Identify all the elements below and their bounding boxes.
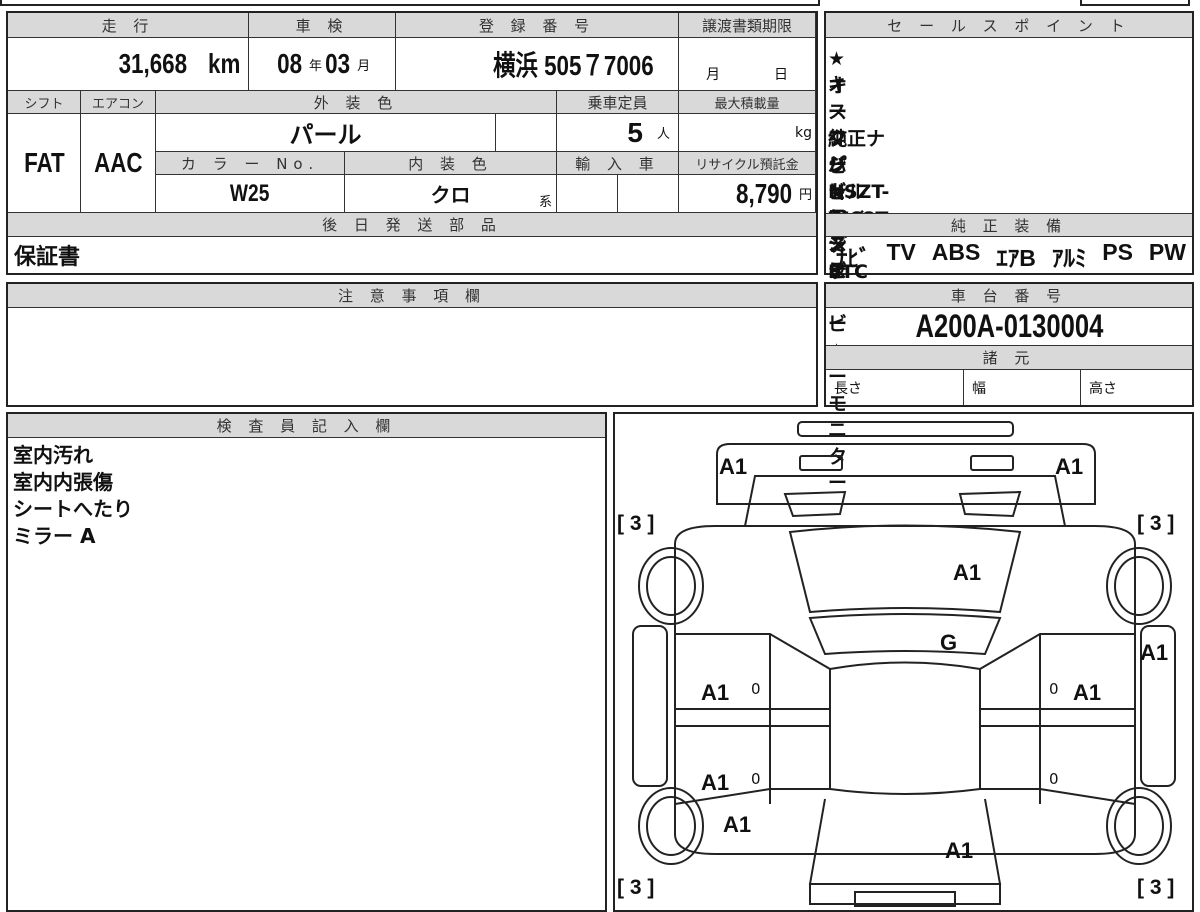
int-color-value: クロ 系: [345, 175, 557, 213]
equipment-item: ﾅﾋﾞ: [836, 245, 871, 271]
recycle-fee: 8,790: [735, 177, 792, 209]
recycle-label: リサイクル預託金: [679, 152, 816, 175]
notes-panel: 注 意 事 項 欄: [6, 282, 818, 407]
int-color-label: 内 装 色: [345, 152, 557, 175]
ac-value: AAC: [81, 114, 156, 213]
equipment-item: ABS: [931, 239, 981, 265]
damage-mark: A1: [1073, 680, 1102, 705]
inspector-label: 検 査 員 記 入 欄: [8, 414, 605, 438]
vehicle-info-table: 走 行 車 検 登 録 番 号 譲渡書類期限 31,668 km 08 年 03 月 …: [6, 11, 818, 275]
chassis-panel: 車 台 番 号 A200A-0130004 諸 元 長さ 幅 高さ: [824, 282, 1194, 407]
damage-mark: A1: [701, 770, 730, 795]
color-no-label: カ ラ ー No.: [156, 152, 345, 175]
chassis-number: A200A-0130004: [826, 308, 1192, 346]
registration-label: 登 録 番 号: [396, 13, 679, 38]
width-label: 幅: [964, 370, 1081, 405]
import-value-2: [618, 175, 679, 213]
max-load-label: 最大積載量: [679, 91, 816, 114]
sales-points-panel: セ ー ル ス ポ イ ン ト ★オークションデビュー★ キーフリーシステム ス…: [824, 11, 1194, 494]
ext-color-label: 外 装 色: [156, 91, 557, 114]
damage-mark: A1: [1055, 454, 1084, 479]
damage-mark: A1: [953, 560, 982, 585]
equipment-label: 純 正 装 備: [826, 213, 1192, 237]
spec-label: 諸 元: [826, 346, 1192, 370]
equipment-list: ﾅﾋﾞ TV ABS ｴｱB ｱﾙﾐ PS PW: [836, 239, 1186, 273]
later-parts-value: 保証書: [14, 245, 81, 270]
tire-rating: [ 3 ]: [617, 876, 655, 899]
car-outline: [632, 421, 1176, 907]
inspector-line: ミラー A: [13, 524, 96, 548]
equipment-item: TV: [886, 239, 916, 265]
int-color-suffix: 系: [538, 194, 552, 209]
month-unit: 月: [357, 57, 371, 73]
zero-mark: 0: [1049, 680, 1059, 698]
import-value-1: [557, 175, 618, 213]
recycle-unit: 円: [798, 187, 812, 202]
zero-mark: 0: [751, 680, 761, 698]
capacity-number: 5: [627, 116, 643, 148]
sales-points-label: セ ー ル ス ポ イ ン ト: [826, 13, 1192, 38]
inspector-line: 室内汚れ: [13, 443, 93, 467]
transfer-month: 月: [706, 67, 720, 83]
inspector-notes: 室内汚れ 室内内張傷 シートへたり ミラー A: [13, 442, 133, 550]
transfer-deadline-value: 月日: [679, 38, 816, 91]
ac-text: AAC: [93, 147, 143, 178]
damage-mark: A1: [719, 454, 748, 479]
registration-value: 横浜 505７7006: [493, 50, 654, 81]
zero-mark: 0: [751, 770, 761, 788]
capacity-value: 5人: [557, 114, 679, 152]
recycle-value: 8,790 円: [679, 175, 816, 213]
zero-mark: 0: [1049, 770, 1059, 788]
inspection-month: 03: [325, 48, 351, 79]
chassis-label: 車 台 番 号: [826, 284, 1192, 308]
equipment-item: PS: [1102, 239, 1133, 265]
capacity-label: 乗車定員: [557, 91, 679, 114]
int-color-text: クロ: [430, 185, 471, 207]
later-parts-label: 後 日 発 送 部 品: [8, 213, 816, 237]
equipment-item: PW: [1148, 239, 1186, 265]
transfer-day: 日: [774, 67, 788, 83]
damage-mark: A1: [1140, 640, 1169, 665]
import-label: 輸 入 車: [557, 152, 679, 175]
inspector-line: シートへたり: [13, 497, 133, 521]
chassis-value: A200A-0130004: [915, 308, 1103, 344]
ext-color-extra: [496, 114, 557, 152]
registration-number: 横浜 505７7006: [396, 38, 679, 91]
shift-label: シフト: [8, 91, 81, 114]
inspector-line: 室内内張傷: [13, 470, 113, 494]
length-label: 長さ: [826, 370, 964, 405]
ext-color-value: パール: [156, 114, 496, 152]
damage-mark: A1: [723, 812, 752, 837]
equipment-item: ｱﾙﾐ: [1051, 245, 1087, 271]
mileage-value: 31,668 km: [8, 38, 249, 91]
shift-text: FAT: [23, 147, 65, 178]
inspector-panel: 検 査 員 記 入 欄 室内汚れ 室内内張傷 シートへたり ミラー A: [6, 412, 607, 912]
color-no-text: W25: [230, 179, 270, 207]
inspection-year: 08: [276, 48, 302, 79]
notes-label: 注 意 事 項 欄: [8, 284, 816, 308]
tire-rating: [ 3 ]: [1137, 876, 1175, 899]
inspection-label: 車 検: [249, 13, 396, 38]
tire-rating: [ 3 ]: [1137, 512, 1175, 535]
inspection-value: 08 年 03 月: [249, 38, 396, 91]
damage-mark: A1: [701, 680, 730, 705]
max-load-value: kg: [679, 114, 816, 152]
damage-mark: G: [940, 630, 958, 655]
mileage-unit: km: [207, 48, 240, 79]
capacity-unit: 人: [656, 126, 670, 141]
height-label: 高さ: [1089, 380, 1117, 397]
mileage-number: 31,668: [118, 48, 188, 79]
ac-label: エアコン: [81, 91, 156, 114]
tire-rating: [ 3 ]: [617, 512, 655, 535]
transfer-deadline-label: 譲渡書類期限: [679, 13, 816, 38]
shift-value: FAT: [8, 114, 81, 213]
damage-mark: A1: [945, 838, 974, 863]
car-diagram-panel: A1 A1 A1 G A1 A1 A1 A1 A1 A1 [ 3 ] [ 3 ]…: [613, 412, 1194, 912]
color-no-value: W25: [156, 175, 345, 213]
equipment-item: ｴｱB: [996, 245, 1036, 271]
mileage-label: 走 行: [8, 13, 249, 38]
year-unit: 年: [308, 57, 322, 73]
